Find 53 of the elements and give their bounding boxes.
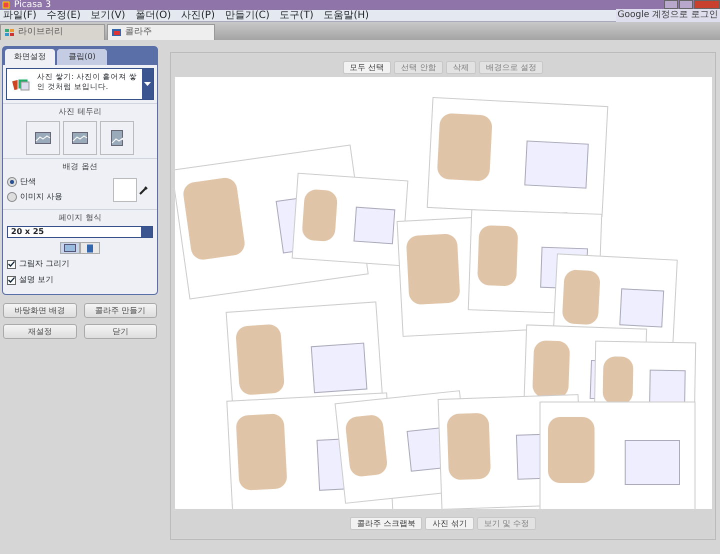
- app-icon: [2, 1, 10, 9]
- border-option[interactable]: [63, 121, 97, 155]
- landscape-icon: [64, 244, 76, 252]
- check-icon: [8, 277, 15, 283]
- panel-button[interactable]: 재설정: [3, 324, 76, 339]
- radio-label: 단색: [20, 176, 36, 188]
- toolbar-button[interactable]: 콜라주 스크랩북: [350, 517, 422, 530]
- menu-item[interactable]: 사진(P): [181, 8, 215, 23]
- library-icon: [5, 29, 14, 36]
- check-icon: [8, 261, 15, 267]
- section-title: 배경 옵션: [3, 158, 157, 173]
- window-title: Picasa 3: [14, 0, 51, 10]
- radio-label: 이미지 사용: [20, 191, 63, 203]
- login-link[interactable]: Google 계정으로 로그인: [616, 8, 720, 22]
- minimize-button[interactable]: [664, 0, 678, 9]
- toolbar-button[interactable]: 모두 선택: [342, 61, 392, 74]
- section-title: 페이지 형식: [3, 209, 157, 224]
- panel-tab[interactable]: 클립(0): [57, 49, 107, 65]
- radio-button[interactable]: [7, 177, 17, 187]
- menu-item[interactable]: 폴더(O): [135, 8, 172, 23]
- menu-item[interactable]: 만들기(C): [224, 8, 270, 23]
- checkbox-label: 그림자 그리기: [19, 258, 70, 270]
- picture-frame-icon: [111, 130, 123, 146]
- menu-item[interactable]: 파일(F): [3, 8, 37, 23]
- panel-button[interactable]: 닫기: [84, 324, 157, 339]
- radio-button[interactable]: [7, 192, 17, 202]
- checkbox[interactable]: [7, 260, 16, 268]
- checkbox-label: 설명 보기: [19, 274, 54, 286]
- maximize-button[interactable]: [679, 0, 693, 9]
- picture-frame-icon: [72, 132, 88, 144]
- checkbox[interactable]: [7, 276, 16, 284]
- orientation-button[interactable]: [60, 242, 80, 254]
- menu-item[interactable]: 보기(V): [90, 8, 126, 23]
- menu-item[interactable]: 수정(E): [46, 8, 81, 23]
- picture-frame-icon: [35, 132, 51, 144]
- eyedropper-icon: [139, 184, 149, 194]
- menu-item[interactable]: 도구(T): [280, 8, 314, 23]
- tab[interactable]: 라이브러리: [0, 24, 105, 40]
- border-option[interactable]: [100, 121, 134, 155]
- panel-tab[interactable]: 화면설정: [5, 49, 55, 65]
- tab[interactable]: 콜라주: [107, 24, 215, 40]
- caret-icon: [144, 82, 151, 86]
- panel-button[interactable]: 콜라주 만들기: [84, 303, 157, 318]
- section-title: 사진 테두리: [3, 103, 157, 118]
- border-option[interactable]: [26, 121, 60, 155]
- orientation-button[interactable]: [80, 242, 100, 254]
- toolbar-button[interactable]: 사진 섞기: [425, 517, 474, 530]
- panel-button[interactable]: 바탕화면 배경: [3, 303, 76, 318]
- portrait-icon: [84, 244, 96, 252]
- page-format-select[interactable]: 20 x 25: [7, 226, 153, 238]
- color-swatch[interactable]: [113, 178, 137, 202]
- menu-item[interactable]: 도움말(H): [324, 8, 369, 23]
- collage-icon: [112, 29, 121, 36]
